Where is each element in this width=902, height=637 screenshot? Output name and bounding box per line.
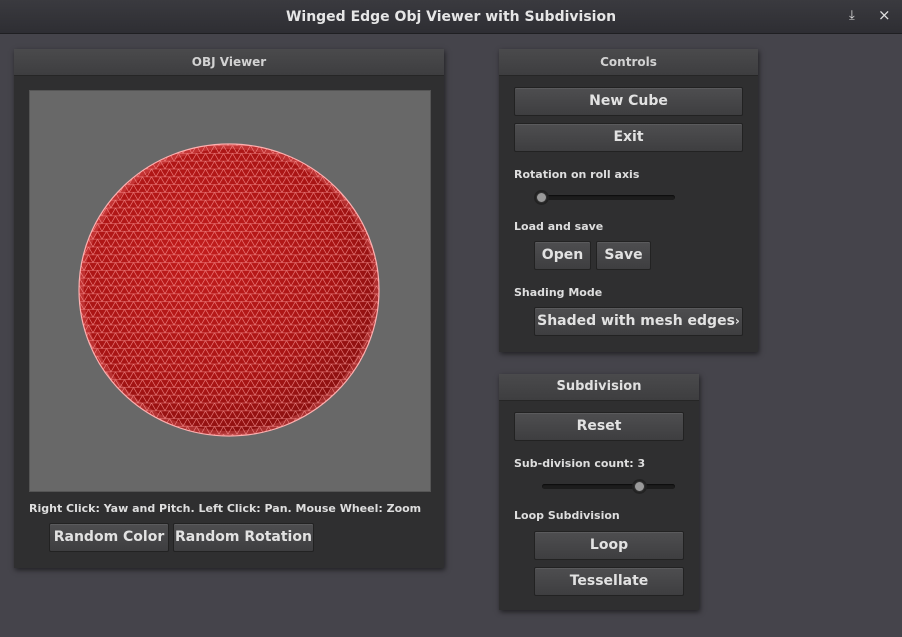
loop-subdivision-label: Loop Subdivision — [514, 509, 620, 522]
subdivision-panel: Subdivision Reset Sub-division count: 3 … — [499, 374, 699, 610]
controls-panel: Controls New Cube Exit Rotation on roll … — [499, 49, 758, 352]
tessellate-button[interactable]: Tessellate — [534, 567, 684, 596]
subdivision-count-label: Sub-division count: 3 — [514, 457, 646, 470]
shading-mode-value: Shaded with mesh edges — [537, 313, 735, 329]
title-bar: Winged Edge Obj Viewer with Subdivision … — [0, 0, 902, 34]
shading-mode-label: Shading Mode — [514, 286, 603, 299]
open-button[interactable]: Open — [534, 241, 591, 270]
load-save-label: Load and save — [514, 220, 604, 233]
subdivision-count-slider[interactable] — [542, 481, 675, 492]
reset-button[interactable]: Reset — [514, 412, 684, 441]
rotation-slider[interactable] — [536, 192, 675, 203]
rotation-label: Rotation on roll axis — [514, 168, 640, 181]
subdivision-header: Subdivision — [499, 374, 699, 401]
subdivision-slider-knob[interactable] — [634, 481, 646, 492]
exit-button[interactable]: Exit — [514, 123, 743, 152]
new-cube-button[interactable]: New Cube — [514, 87, 743, 116]
shading-mode-dropdown[interactable]: Shaded with mesh edges› — [534, 307, 743, 336]
close-icon[interactable]: × — [878, 6, 891, 24]
chevron-right-icon: › — [734, 314, 740, 328]
rotation-slider-knob[interactable] — [536, 192, 547, 203]
navigation-hint: Right Click: Yaw and Pitch. Left Click: … — [29, 502, 422, 515]
save-button[interactable]: Save — [596, 241, 651, 270]
random-color-button[interactable]: Random Color — [49, 523, 169, 552]
controls-header: Controls — [499, 49, 758, 76]
obj-viewer-header: OBJ Viewer — [14, 49, 444, 76]
obj-viewer-panel: OBJ Viewer Right Click: Yaw and Pitch. L… — [14, 49, 444, 568]
minimize-icon[interactable]: ⤓ — [849, 8, 855, 23]
mesh-sphere[interactable] — [30, 91, 430, 491]
3d-viewport[interactable] — [29, 90, 431, 492]
random-rotation-button[interactable]: Random Rotation — [173, 523, 314, 552]
loop-button[interactable]: Loop — [534, 531, 684, 560]
window-title: Winged Edge Obj Viewer with Subdivision — [285, 9, 617, 25]
